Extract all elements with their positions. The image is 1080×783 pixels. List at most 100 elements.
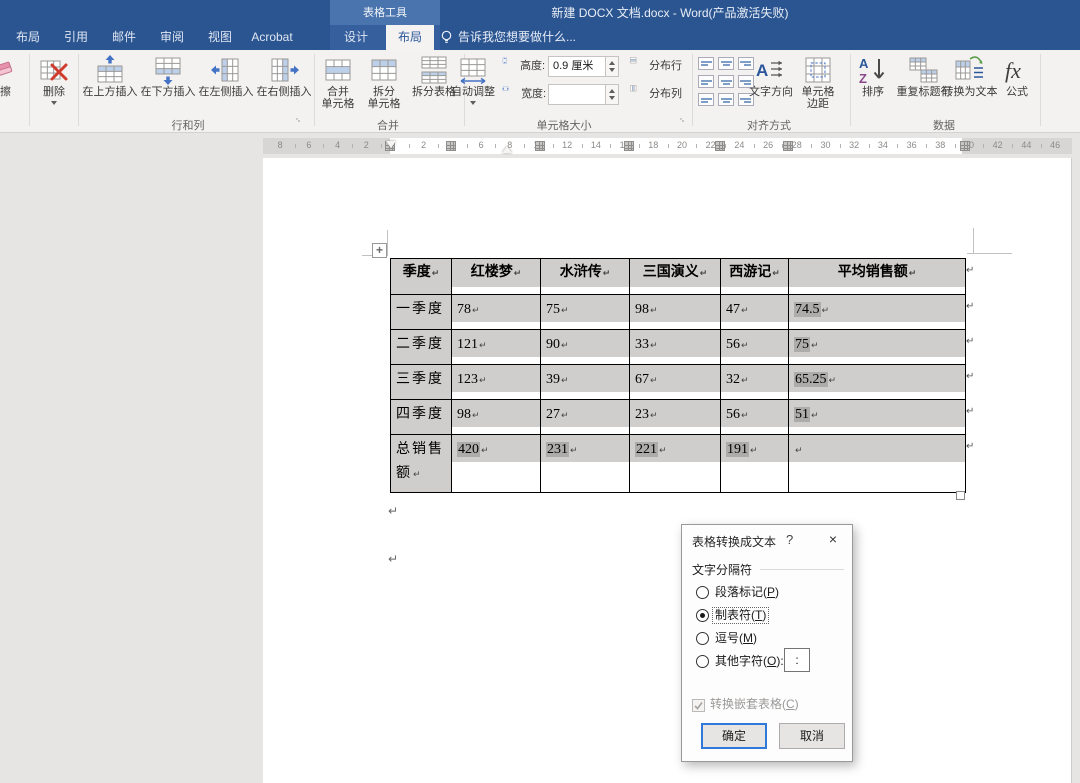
- table-cell[interactable]: 420 ↵: [452, 435, 540, 492]
- tab-2[interactable]: 邮件: [104, 25, 144, 50]
- table-cell[interactable]: 32↵: [721, 365, 788, 399]
- formula-button[interactable]: fx 公式: [1000, 53, 1034, 98]
- table-cell[interactable]: 74.5 ↵: [789, 295, 965, 329]
- convert-to-text-button[interactable]: 转换为文本: [940, 53, 1000, 98]
- other-character-input[interactable]: :: [784, 648, 810, 672]
- distribute-columns-button[interactable]: 分布列: [630, 84, 682, 104]
- table-cell[interactable]: 75↵: [541, 295, 629, 329]
- table-cell[interactable]: 23↵: [630, 400, 720, 434]
- align-bottom-left-button[interactable]: [698, 93, 714, 106]
- eraser-button[interactable]: 皮擦: [0, 53, 26, 98]
- document-table[interactable]: 季度↵红楼梦↵水浒传↵三国演义↵西游记↵平均销售额↵一季度↵78↵75↵98↵4…: [390, 258, 966, 493]
- tab-5[interactable]: Acrobat: [244, 25, 300, 50]
- align-top-center-button[interactable]: [718, 57, 734, 70]
- contextual-tab-0[interactable]: 设计: [332, 25, 380, 50]
- tab-3[interactable]: 审阅: [152, 25, 192, 50]
- radio-option-2[interactable]: 逗号(M): [696, 631, 759, 649]
- table-cell[interactable]: 67↵: [630, 365, 720, 399]
- table-header-cell[interactable]: 三国演义↵: [630, 259, 720, 294]
- table-cell[interactable]: 56↵: [721, 330, 788, 364]
- ok-button[interactable]: 确定: [701, 723, 767, 749]
- table-resize-handle[interactable]: [956, 491, 965, 500]
- first-line-indent-marker[interactable]: [386, 141, 396, 148]
- table-row-label-cell[interactable]: 一季度↵: [391, 295, 451, 329]
- table-cell[interactable]: 98↵: [630, 295, 720, 329]
- cancel-button[interactable]: 取消: [779, 723, 845, 749]
- hanging-indent-marker[interactable]: [502, 146, 512, 153]
- ruler-column-marker[interactable]: [624, 141, 634, 151]
- formula-field: 51: [794, 407, 810, 422]
- tell-me-box[interactable]: 告诉我您想要做什么...: [458, 25, 576, 50]
- radio-option-3[interactable]: 其他字符(O):: [696, 654, 786, 672]
- sort-button[interactable]: AZ 排序: [854, 53, 892, 98]
- table-cell[interactable]: 90↵: [541, 330, 629, 364]
- table-cell[interactable]: 39↵: [541, 365, 629, 399]
- distribute-rows-button[interactable]: 分布行: [630, 56, 682, 76]
- table-move-handle[interactable]: +: [372, 243, 387, 258]
- radio-icon[interactable]: [696, 655, 709, 668]
- table-row-label-cell[interactable]: 三季度↵: [391, 365, 451, 399]
- table-cell[interactable]: 191 ↵: [721, 435, 788, 492]
- table-row-label-cell[interactable]: 四季度↵: [391, 400, 451, 434]
- radio-option-0[interactable]: 段落标记(P): [696, 585, 781, 603]
- table-cell[interactable]: 121↵: [452, 330, 540, 364]
- delete-button[interactable]: 删除: [32, 53, 76, 105]
- ruler-column-marker[interactable]: [783, 141, 793, 151]
- radio-icon[interactable]: [696, 586, 709, 599]
- ruler-column-marker[interactable]: [535, 141, 545, 151]
- table-cell[interactable]: 75↵: [789, 330, 965, 364]
- align-center-center-button[interactable]: [718, 75, 734, 88]
- align-bottom-center-button[interactable]: [718, 93, 734, 106]
- table-cell[interactable]: 51 ↵: [789, 400, 965, 434]
- table-cell[interactable]: 78↵: [452, 295, 540, 329]
- tab-0[interactable]: 布局: [8, 25, 48, 50]
- table-cell[interactable]: 27↵: [541, 400, 629, 434]
- radio-option-1[interactable]: 制表符(T): [696, 607, 770, 626]
- text-direction-button[interactable]: A 文字方向: [748, 53, 794, 98]
- table-header-cell[interactable]: 西游记↵: [721, 259, 788, 294]
- table-cell[interactable]: 65.25 ↵: [789, 365, 965, 399]
- contextual-tab-1[interactable]: 布局: [386, 25, 434, 50]
- radio-icon[interactable]: [696, 632, 709, 645]
- horizontal-ruler[interactable]: 8642246810121416182022242628303234363840…: [263, 138, 1072, 154]
- group-label-cell-size: 单元格大小: [536, 120, 592, 132]
- ruler-column-marker[interactable]: [715, 141, 725, 151]
- tab-1[interactable]: 引用: [56, 25, 96, 50]
- table-header-cell[interactable]: 水浒传↵: [541, 259, 629, 294]
- ruler-column-marker[interactable]: [960, 141, 970, 151]
- height-input[interactable]: 0.9 厘米: [548, 56, 606, 77]
- autofit-button[interactable]: 自动调整: [448, 53, 498, 105]
- table-row-label-cell[interactable]: 二季度↵: [391, 330, 451, 364]
- table-header-cell[interactable]: 红楼梦↵: [452, 259, 540, 294]
- align-center-left-button[interactable]: [698, 75, 714, 88]
- close-icon[interactable]: ×: [822, 530, 844, 548]
- insert-left-button[interactable]: 在左侧插入: [198, 53, 254, 98]
- table-cell[interactable]: 123↵: [452, 365, 540, 399]
- table-cell[interactable]: 47↵: [721, 295, 788, 329]
- table-header-cell[interactable]: 平均销售额↵: [789, 259, 965, 294]
- table-cell[interactable]: 98↵: [452, 400, 540, 434]
- cell-margins-button[interactable]: 单元格 边距: [796, 53, 840, 110]
- width-spinner[interactable]: [606, 84, 619, 105]
- table-cell[interactable]: 56↵: [721, 400, 788, 434]
- dialog-launcher-icon[interactable]: [680, 116, 692, 128]
- insert-below-button[interactable]: 在下方插入: [140, 53, 196, 98]
- help-icon[interactable]: ?: [786, 532, 793, 547]
- table-cell[interactable]: 33↵: [630, 330, 720, 364]
- height-spinner[interactable]: [606, 56, 619, 77]
- split-cells-button[interactable]: 拆分 单元格: [362, 53, 406, 110]
- merge-cells-button[interactable]: 合并 单元格: [316, 53, 360, 110]
- insert-right-button[interactable]: 在右侧插入: [256, 53, 312, 98]
- width-input[interactable]: [548, 84, 606, 105]
- radio-icon[interactable]: [696, 609, 709, 622]
- table-header-cell[interactable]: 季度↵: [391, 259, 451, 294]
- table-cell[interactable]: 231 ↵: [541, 435, 629, 492]
- ruler-column-marker[interactable]: [446, 141, 456, 151]
- table-cell[interactable]: ↵: [789, 435, 965, 492]
- table-cell[interactable]: 221 ↵: [630, 435, 720, 492]
- align-top-left-button[interactable]: [698, 57, 714, 70]
- insert-above-button[interactable]: 在上方插入: [82, 53, 138, 98]
- dialog-launcher-icon[interactable]: [296, 116, 308, 128]
- tab-4[interactable]: 视图: [200, 25, 240, 50]
- table-row-label-cell[interactable]: 总销售额↵: [391, 435, 451, 492]
